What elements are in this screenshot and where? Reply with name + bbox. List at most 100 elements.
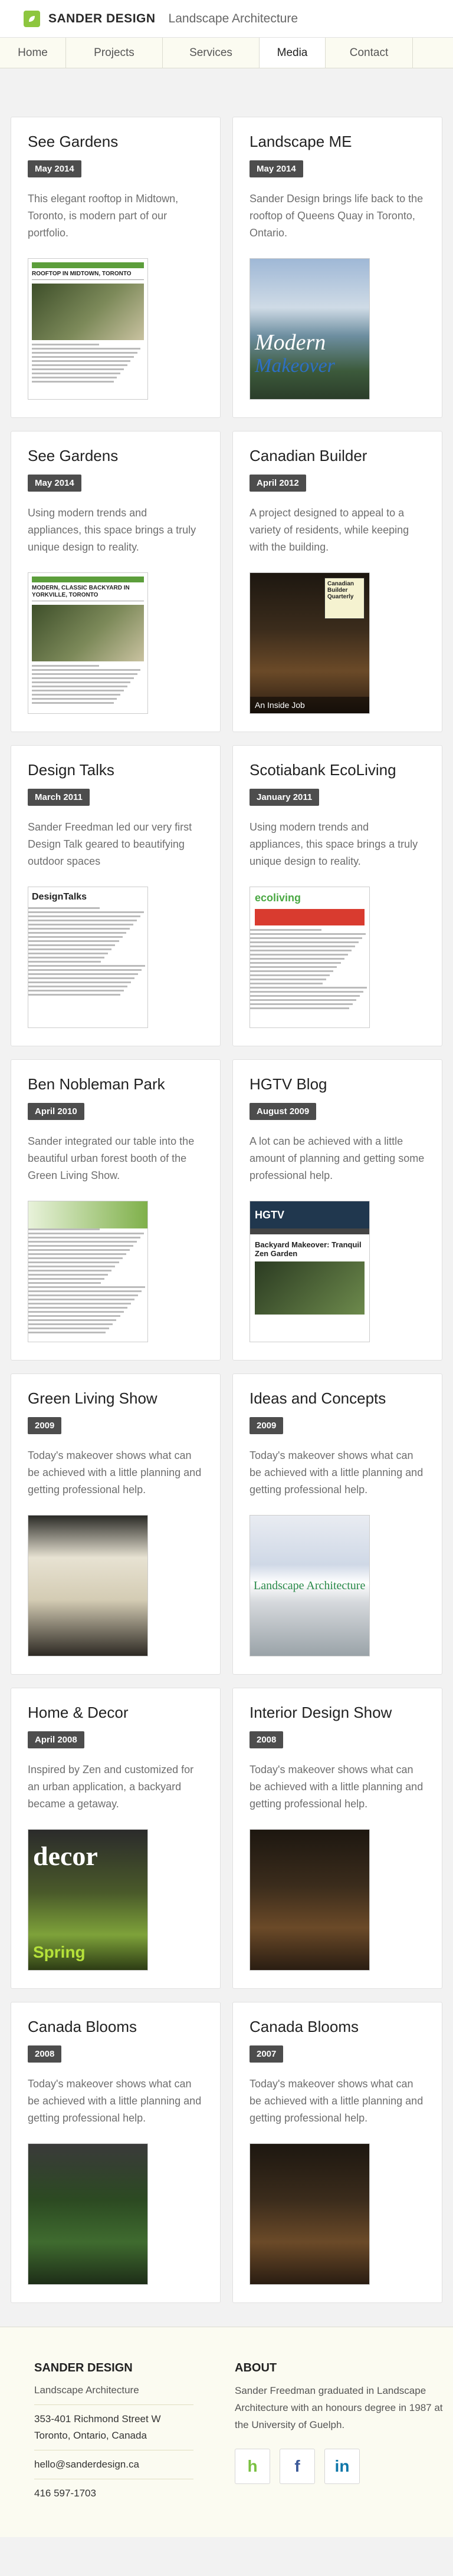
media-thumbnail[interactable] (250, 1829, 370, 1971)
media-thumbnail[interactable]: MODERN, CLASSIC BACKYARD IN YORKVILLE, T… (28, 572, 148, 714)
media-thumbnail[interactable] (28, 2143, 148, 2285)
card-title[interactable]: Interior Design Show (250, 1704, 425, 1722)
media-card: Interior Design Show 2008 Today's makeover… (232, 1688, 442, 1989)
date-badge: May 2014 (28, 160, 81, 177)
media-card: Landscape ME May 2014 Sander Design brings… (232, 117, 442, 418)
date-badge: April 2008 (28, 1731, 84, 1748)
footer-email-link[interactable]: hello@sanderdesign.ca (34, 2456, 235, 2473)
footer-address-line2: Toronto, Ontario, Canada (34, 2430, 147, 2441)
media-grid: See Gardens May 2014 This elegant rooftop … (0, 68, 453, 2327)
nav-item-contact[interactable]: Contact (326, 38, 413, 68)
blog-photo (255, 1261, 365, 1315)
about-heading: ABOUT (235, 2361, 277, 2374)
date-badge: 2008 (28, 2045, 62, 2063)
media-thumbnail[interactable] (28, 1515, 148, 1656)
magazine-logo: decor (33, 1841, 98, 1871)
designtalks-logo: DesignTalks (32, 892, 87, 902)
card-description: Today's makeover shows what can be achie… (250, 1764, 424, 1810)
magazine-headline: MODERN, CLASSIC BACKYARD IN YORKVILLE, T… (32, 585, 144, 601)
footer-company: SANDER DESIGN (34, 2361, 133, 2374)
magazine-photo (32, 605, 144, 661)
linkedin-icon: in (334, 2457, 350, 2475)
text-lines (28, 907, 147, 996)
date-badge: August 2009 (250, 1103, 317, 1120)
footer-about: ABOUT Sander Freedman graduated in Lands… (235, 2361, 445, 2502)
card-description: Sander Design brings life back to the ro… (250, 193, 424, 239)
nav-item-media[interactable]: Media (260, 38, 326, 68)
logo-leaf-icon[interactable] (24, 10, 40, 27)
social-links: h f in (235, 2449, 445, 2484)
date-badge: May 2014 (28, 475, 81, 492)
media-card: Ben Nobleman Park April 2010 Sander integr… (11, 1059, 221, 1361)
media-card: Ideas and Concepts 2009 Today's makeover s… (232, 1373, 442, 1675)
card-description: Today's makeover shows what can be achie… (250, 1450, 424, 1495)
cover-title-line1: Modern (255, 330, 326, 355)
card-description: This elegant rooftop in Midtown, Toronto… (28, 193, 179, 239)
card-title[interactable]: Green Living Show (28, 1389, 203, 1408)
media-card: Green Living Show 2009 Today's makeover sh… (11, 1373, 221, 1675)
text-lines (32, 344, 144, 383)
magazine-logo: Landscape Architecture (254, 1579, 366, 1592)
media-thumbnail[interactable] (250, 2143, 370, 2285)
card-description: Today's makeover shows what can be achie… (28, 2078, 202, 2124)
date-badge: May 2014 (250, 160, 303, 177)
cover-headline: Spring (33, 1943, 86, 1961)
footer-phone-link[interactable]: 416 597-1703 (34, 2485, 235, 2502)
site-footer: SANDER DESIGN Landscape Architecture 353… (0, 2327, 453, 2537)
houzz-button[interactable]: h (235, 2449, 270, 2484)
date-badge: 2008 (250, 1731, 284, 1748)
card-title[interactable]: Scotiabank EcoLiving (250, 761, 425, 779)
magazine-header-bar (32, 577, 144, 582)
date-badge: April 2012 (250, 475, 306, 492)
card-title[interactable]: Ben Nobleman Park (28, 1075, 203, 1093)
magazine-photo (32, 284, 144, 340)
media-card: Canada Blooms 2008 Today's makeover shows … (11, 2002, 221, 2303)
media-card: HGTV Blog August 2009 A lot can be achieve… (232, 1059, 442, 1361)
card-title[interactable]: Home & Decor (28, 1704, 203, 1722)
card-title[interactable]: Canada Blooms (28, 2018, 203, 2036)
media-thumbnail[interactable]: Modern Makeover (250, 258, 370, 400)
footer-divider (34, 2404, 193, 2405)
banner-block (255, 909, 365, 925)
media-thumbnail[interactable]: Landscape Architecture (250, 1515, 370, 1656)
media-card: Canadian Builder April 2012 A project desi… (232, 431, 442, 732)
nav-item-home[interactable]: Home (0, 38, 66, 68)
card-title[interactable]: See Gardens (28, 447, 203, 465)
linkedin-button[interactable]: in (324, 2449, 360, 2484)
card-title[interactable]: HGTV Blog (250, 1075, 425, 1093)
houzz-icon: h (247, 2457, 258, 2475)
media-thumbnail[interactable]: DesignTalks (28, 887, 148, 1028)
date-badge: March 2011 (28, 789, 90, 806)
media-thumbnail[interactable]: decor Spring (28, 1829, 148, 1971)
nav-item-projects[interactable]: Projects (66, 38, 163, 68)
facebook-icon: f (294, 2457, 300, 2475)
brand-tagline: Landscape Architecture (168, 11, 298, 25)
card-title[interactable]: See Gardens (28, 133, 203, 151)
card-title[interactable]: Ideas and Concepts (250, 1389, 425, 1408)
card-title[interactable]: Canadian Builder (250, 447, 425, 465)
card-description: Today's makeover shows what can be achie… (28, 1450, 202, 1495)
media-card: See Gardens May 2014 This elegant rooftop … (11, 117, 221, 418)
card-title[interactable]: Design Talks (28, 761, 203, 779)
facebook-button[interactable]: f (280, 2449, 315, 2484)
date-badge: 2007 (250, 2045, 284, 2063)
card-title[interactable]: Canada Blooms (250, 2018, 425, 2036)
media-thumbnail[interactable] (28, 1201, 148, 1342)
article-banner (28, 1201, 147, 1228)
footer-address-line1: 353-401 Richmond Street W (34, 2413, 161, 2425)
magazine-headline: ROOFTOP IN MIDTOWN, TORONTO (32, 271, 144, 280)
media-thumbnail[interactable]: ROOFTOP IN MIDTOWN, TORONTO (28, 258, 148, 400)
media-thumbnail[interactable]: HGTV Backyard Makeover: Tranquil Zen Gard… (250, 1201, 370, 1342)
date-badge: January 2011 (250, 789, 320, 806)
card-title[interactable]: Landscape ME (250, 133, 425, 151)
nav-item-services[interactable]: Services (163, 38, 260, 68)
card-description: A lot can be achieved with a little amou… (250, 1135, 425, 1181)
card-description: Inspired by Zen and customized for an ur… (28, 1764, 194, 1810)
media-thumbnail[interactable]: Canadian Builder Quarterly An Inside Job (250, 572, 370, 714)
date-badge: 2009 (250, 1417, 284, 1434)
media-card: Scotiabank EcoLiving January 2011 Using mo… (232, 745, 442, 1046)
brand-name[interactable]: SANDER DESIGN (48, 12, 156, 26)
text-lines (28, 1228, 147, 1333)
media-thumbnail[interactable]: ecoliving (250, 887, 370, 1028)
media-card: Design Talks March 2011 Sander Freedman le… (11, 745, 221, 1046)
